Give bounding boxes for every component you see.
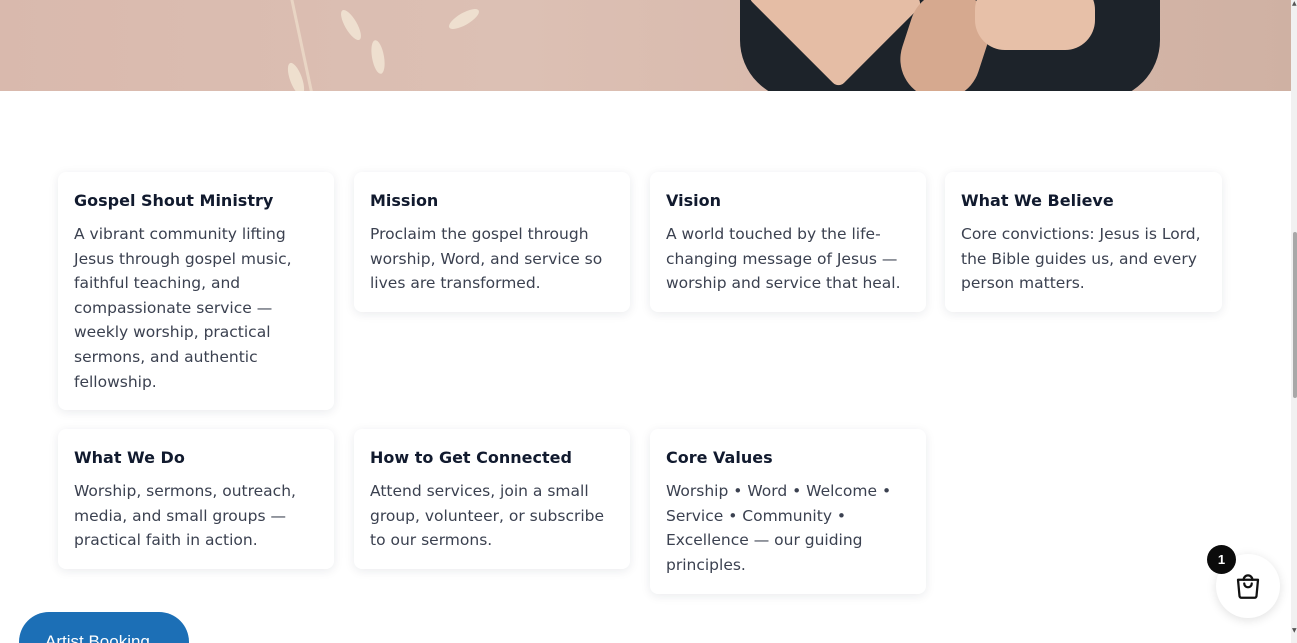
card-title: What We Believe bbox=[961, 191, 1114, 210]
card-title: How to Get Connected bbox=[370, 448, 572, 467]
shopping-bag-icon bbox=[1236, 574, 1260, 599]
card-body: A world touched by the life-changing mes… bbox=[666, 225, 901, 293]
card-title: Core Values bbox=[666, 448, 773, 467]
scroll-down-arrow-icon[interactable]: ▼ bbox=[1292, 628, 1297, 634]
person-figure bbox=[975, 0, 1095, 50]
cart-count-badge: 1 bbox=[1207, 545, 1236, 574]
card-title: What We Do bbox=[74, 448, 185, 467]
hero-image bbox=[0, 0, 1291, 91]
card-title: Vision bbox=[666, 191, 721, 210]
dried-grass-decoration bbox=[369, 39, 387, 75]
card-body: Proclaim the gospel through worship, Wor… bbox=[370, 225, 603, 293]
card-body: Attend services, join a small group, vol… bbox=[370, 482, 605, 550]
dried-grass-decoration bbox=[446, 5, 482, 33]
card-title: Mission bbox=[370, 191, 439, 210]
card-mission: Mission Proclaim the gospel through wors… bbox=[354, 172, 630, 312]
card-body: A vibrant community lifting Jesus throug… bbox=[74, 225, 292, 391]
card-body: Worship, sermons, outreach, media, and s… bbox=[74, 482, 296, 550]
artist-booking-button[interactable]: Artist Booking bbox=[19, 612, 189, 643]
dried-grass-decoration bbox=[337, 7, 365, 43]
scroll-up-arrow-icon[interactable]: ▲ bbox=[1292, 1, 1297, 7]
card-core-values: Core Values Worship • Word • Welcome • S… bbox=[650, 429, 926, 594]
scrollbar-thumb[interactable] bbox=[1293, 232, 1297, 398]
card-how-to-get-connected: How to Get Connected Attend services, jo… bbox=[354, 429, 630, 569]
card-what-we-believe: What We Believe Core convictions: Jesus … bbox=[945, 172, 1222, 312]
card-title: Gospel Shout Ministry bbox=[74, 191, 274, 210]
card-body: Worship • Word • Welcome • Service • Com… bbox=[666, 482, 892, 574]
card-gospel-shout-ministry: Gospel Shout Ministry A vibrant communit… bbox=[58, 172, 334, 410]
card-body: Core convictions: Jesus is Lord, the Bib… bbox=[961, 225, 1201, 293]
card-what-we-do: What We Do Worship, sermons, outreach, m… bbox=[58, 429, 334, 569]
artist-booking-label: Artist Booking bbox=[45, 632, 150, 643]
card-vision: Vision A world touched by the life-chang… bbox=[650, 172, 926, 312]
